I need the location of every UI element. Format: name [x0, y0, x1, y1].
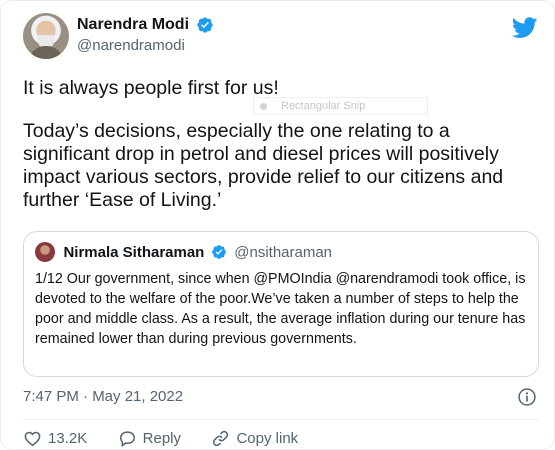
reply-bubble-icon [119, 431, 135, 448]
tweet-line-2: Today’s decisions, especially the one re… [23, 120, 504, 211]
author-name[interactable]: Narendra Modi [77, 16, 189, 34]
quoted-tweet[interactable]: Nirmala Sitharaman @nsitharaman 1/12 Our… [23, 231, 539, 377]
quoted-tweet-text: 1/12 Our government, since when @PMOIndi… [35, 269, 530, 349]
heart-icon [24, 431, 41, 447]
avatar-body [29, 46, 63, 59]
tweet-header: Narendra Modi @narendramodi [23, 13, 538, 63]
quoted-author-handle: @nsitharaman [234, 243, 333, 261]
snip-label: Rectangular Snip [281, 100, 366, 112]
link-icon [213, 430, 229, 447]
verified-badge-icon [211, 245, 226, 259]
like-count: 13.2K [48, 430, 88, 447]
tweet-timestamp[interactable]: 7:47 PM · May 21, 2022 [23, 388, 183, 405]
verified-badge-icon [197, 17, 214, 33]
tweet-actions: 13.2K Reply Copy link [23, 429, 324, 449]
twitter-bird-icon[interactable] [512, 17, 538, 39]
copy-link-button[interactable]: Copy link [211, 429, 298, 448]
quoted-tweet-header: Nirmala Sitharaman @nsitharaman [35, 242, 332, 264]
reply-label: Reply [142, 430, 182, 447]
info-icon[interactable] [517, 387, 537, 407]
quoted-text-line-2: devoted to the welfare of the poor.We’ve… [35, 291, 526, 347]
quoted-author-avatar [35, 242, 55, 262]
snip-icon [260, 102, 267, 110]
author-info: Narendra Modi @narendramodi [77, 16, 214, 54]
quoted-author-name: Nirmala Sitharaman [63, 243, 205, 261]
author-handle[interactable]: @narendramodi [77, 37, 214, 54]
reply-button[interactable]: Reply [118, 429, 181, 448]
tweet-card: Narendra Modi @narendramodi It is always… [0, 0, 555, 450]
divider [23, 419, 539, 420]
rectangular-snip-overlay: Rectangular Snip [253, 97, 428, 115]
like-button[interactable]: 13.2K [23, 429, 87, 448]
copy-link-label: Copy link [236, 430, 299, 447]
quoted-text-line-1: 1/12 Our government, since when @PMOIndi… [35, 271, 526, 287]
author-avatar[interactable] [23, 13, 69, 59]
